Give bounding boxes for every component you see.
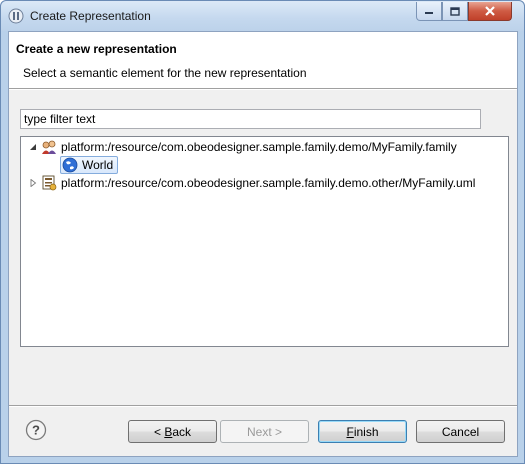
- maximize-button[interactable]: [442, 2, 468, 21]
- minimize-button[interactable]: [416, 2, 442, 21]
- cancel-button[interactable]: Cancel: [416, 420, 505, 443]
- dialog-body: Create a new representation Select a sem…: [8, 31, 518, 457]
- page-description: Select a semantic element for the new re…: [23, 66, 307, 80]
- collapsed-arrow-icon[interactable]: [28, 178, 38, 188]
- maximize-icon: [450, 6, 460, 16]
- filter-input[interactable]: [20, 109, 481, 129]
- finish-button-mnemonic: F: [346, 424, 354, 439]
- wizard-header: Create a new representation Select a sem…: [9, 32, 517, 88]
- semantic-element-tree[interactable]: platform:/resource/com.obeodesigner.samp…: [20, 136, 509, 347]
- tree-item[interactable]: World: [60, 156, 119, 174]
- dialog-window: Create Representation Create a new repre…: [0, 0, 525, 464]
- close-button[interactable]: [468, 2, 512, 21]
- back-button-mnemonic: B: [164, 424, 173, 439]
- family-model-icon: [42, 140, 56, 154]
- selected-tree-item[interactable]: World: [60, 156, 119, 174]
- uml-model-icon: [42, 175, 57, 191]
- title-bar[interactable]: Create Representation: [1, 1, 524, 31]
- svg-text:?: ?: [32, 423, 40, 438]
- window-title: Create Representation: [30, 9, 151, 23]
- page-title: Create a new representation: [16, 42, 177, 56]
- footer-divider: [9, 405, 517, 407]
- header-divider: [9, 88, 517, 90]
- tree-item-label: platform:/resource/com.obeodesigner.samp…: [61, 140, 457, 154]
- help-icon[interactable]: ?: [25, 419, 47, 441]
- app-icon: [8, 8, 24, 24]
- tree-item-label: platform:/resource/com.obeodesigner.samp…: [61, 176, 476, 190]
- back-button[interactable]: < Back: [128, 420, 217, 443]
- back-button-rest: ack: [172, 424, 192, 439]
- minimize-icon: [425, 12, 433, 14]
- tree-item-label: World: [82, 158, 114, 172]
- finish-button-rest: inish: [353, 424, 379, 439]
- finish-button[interactable]: Finish: [318, 420, 407, 443]
- tree-item[interactable]: platform:/resource/com.obeodesigner.samp…: [28, 138, 457, 156]
- tree-item[interactable]: platform:/resource/com.obeodesigner.samp…: [28, 174, 475, 192]
- expanded-arrow-icon[interactable]: [28, 142, 38, 152]
- next-button[interactable]: Next >: [220, 420, 309, 443]
- world-element-icon: [62, 157, 78, 173]
- close-icon: [485, 6, 495, 16]
- back-button-prefix: <: [153, 424, 165, 439]
